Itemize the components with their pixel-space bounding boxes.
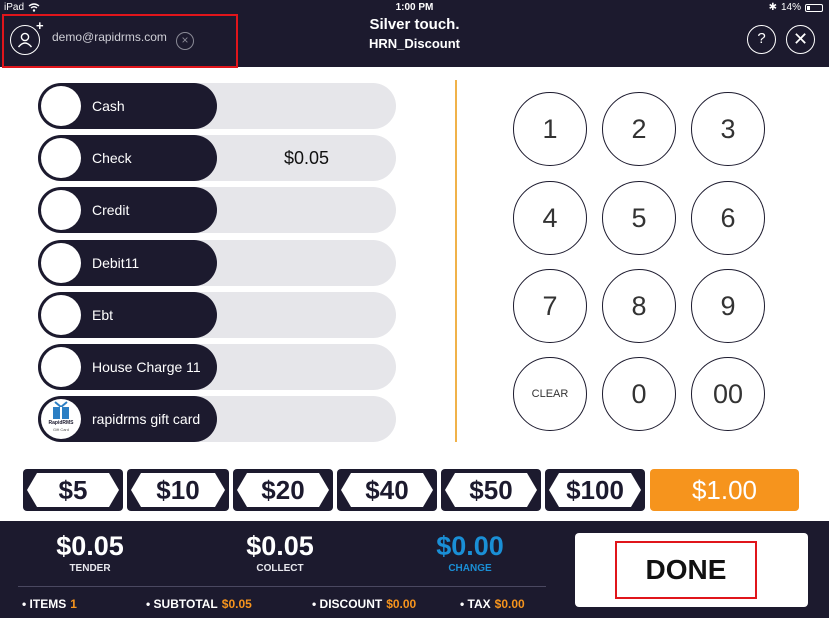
- quick-cash-label: $20: [237, 473, 329, 507]
- quick-cash-label: $100: [549, 473, 641, 507]
- key-9[interactable]: 9: [691, 269, 765, 343]
- key-7[interactable]: 7: [513, 269, 587, 343]
- tender-radio[interactable]: [41, 138, 81, 178]
- key-0[interactable]: 0: [602, 357, 676, 431]
- done-button[interactable]: DONE: [575, 533, 808, 607]
- tender-amount: $0.05: [283, 148, 330, 168]
- quick-cash-100[interactable]: $100: [545, 469, 645, 511]
- collect-label: COLLECT: [256, 563, 304, 574]
- status-time: 1:00 PM: [395, 2, 434, 13]
- tender-row-gift-card[interactable]: RapidRMS Gift Card rapidrms gift card: [38, 396, 396, 442]
- panel-divider: [455, 80, 457, 442]
- done-label: DONE: [615, 541, 757, 599]
- tender-label: Ebt: [92, 307, 114, 323]
- gift-card-logo[interactable]: RapidRMS Gift Card: [41, 399, 81, 439]
- tender-label: Credit: [92, 202, 130, 218]
- tender-row-credit[interactable]: Credit: [38, 187, 396, 233]
- key-5[interactable]: 5: [602, 181, 676, 255]
- tender-radio[interactable]: [41, 86, 81, 126]
- key-8[interactable]: 8: [602, 269, 676, 343]
- tender-label: Cash: [92, 98, 125, 114]
- customer-selector[interactable]: + demo@rapidrms.com ×: [2, 14, 238, 68]
- battery-percent: 14%: [780, 2, 801, 13]
- quick-cash-40[interactable]: $40: [337, 469, 437, 511]
- clear-customer-icon[interactable]: ×: [176, 32, 194, 50]
- change-label: CHANGE: [448, 563, 492, 574]
- tender-radio[interactable]: [41, 295, 81, 335]
- gift-logo-text: RapidRMS: [48, 420, 74, 426]
- quick-cash-5[interactable]: $5: [23, 469, 123, 511]
- tender-amount: [217, 240, 396, 286]
- key-2[interactable]: 2: [602, 92, 676, 166]
- bluetooth-icon: ✱: [768, 2, 777, 13]
- tender-label: rapidrms gift card: [92, 411, 201, 427]
- tender-row-ebt[interactable]: Ebt: [38, 292, 396, 338]
- quick-cash-50[interactable]: $50: [441, 469, 541, 511]
- gift-box-icon: [53, 401, 69, 419]
- key-4[interactable]: 4: [513, 181, 587, 255]
- tender-value: $0.05: [56, 531, 124, 561]
- plus-icon: +: [36, 18, 44, 33]
- tender-amount: [217, 83, 396, 129]
- key-1[interactable]: 1: [513, 92, 587, 166]
- summary-divider: [18, 586, 546, 587]
- collect-value: $0.05: [246, 531, 314, 561]
- gift-logo-sub: Gift Card: [52, 427, 69, 432]
- quick-cash-label: $5: [27, 473, 119, 507]
- tax: • TAX $0.00: [460, 597, 525, 611]
- key-6[interactable]: 6: [691, 181, 765, 255]
- tender-row-cash[interactable]: Cash: [38, 83, 396, 129]
- status-right: ✱ 14%: [769, 2, 823, 13]
- summary-panel: $0.05 TENDER $0.05 COLLECT $0.00 CHANGE …: [0, 521, 829, 618]
- key-3[interactable]: 3: [691, 92, 765, 166]
- tender-radio[interactable]: [41, 347, 81, 387]
- entered-amount-display[interactable]: $1.00: [650, 469, 799, 511]
- battery-icon: [805, 3, 823, 12]
- tender-row-house-charge[interactable]: House Charge 11: [38, 344, 396, 390]
- change-value: $0.00: [436, 531, 504, 561]
- tender-label: Debit11: [92, 255, 140, 271]
- tender-amount: [217, 187, 396, 233]
- top-bar: iPad 1:00 PM ✱ 14% Silver touch. HRN_Dis…: [0, 0, 829, 68]
- key-clear[interactable]: CLEAR: [513, 357, 587, 431]
- tender-radio[interactable]: [41, 243, 81, 283]
- tender-label: Check: [92, 150, 132, 166]
- quick-cash-label: $10: [131, 473, 225, 507]
- customer-email: demo@rapidrms.com: [52, 30, 167, 44]
- quick-cash-20[interactable]: $20: [233, 469, 333, 511]
- quick-cash-label: $50: [445, 473, 537, 507]
- discount: • DISCOUNT $0.00: [312, 597, 417, 611]
- tender-label: House Charge 11: [92, 359, 201, 375]
- tender-row-debit[interactable]: Debit11: [38, 240, 396, 286]
- quick-cash-10[interactable]: $10: [127, 469, 229, 511]
- quick-cash-label: $40: [341, 473, 433, 507]
- tender-amount: [217, 396, 396, 442]
- items-count: • ITEMS 1: [22, 597, 77, 611]
- subtotal: • SUBTOTAL $0.05: [146, 597, 252, 611]
- tender-label: TENDER: [69, 563, 111, 574]
- tender-amount: [217, 344, 396, 390]
- tender-row-check[interactable]: Check $0.05: [38, 135, 396, 181]
- close-button[interactable]: ✕: [786, 25, 815, 54]
- help-button[interactable]: ?: [747, 25, 776, 54]
- tender-radio[interactable]: [41, 190, 81, 230]
- tender-amount: [217, 292, 396, 338]
- key-00[interactable]: 00: [691, 357, 765, 431]
